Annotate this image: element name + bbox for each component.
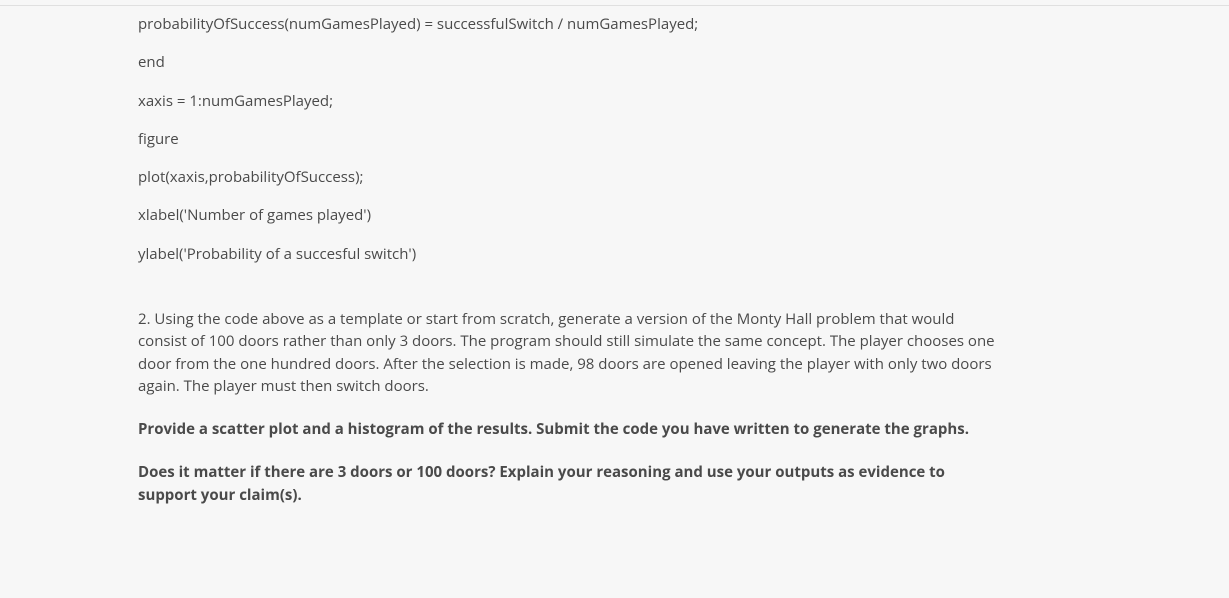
code-line: figure — [138, 129, 998, 149]
document-content: probabilityOfSuccess(numGamesPlayed) = s… — [138, 0, 998, 508]
code-line: xaxis = 1:numGamesPlayed; — [138, 91, 998, 111]
question-intro: 2. Using the code above as a template or… — [138, 308, 998, 398]
code-line: xlabel('Number of games played') — [138, 205, 998, 225]
question-instruction-2: Does it matter if there are 3 doors or 1… — [138, 461, 998, 508]
code-line: plot(xaxis,probabilityOfSuccess); — [138, 167, 998, 187]
code-line: ylabel('Probability of a succesful switc… — [138, 244, 998, 264]
code-line: probabilityOfSuccess(numGamesPlayed) = s… — [138, 14, 998, 34]
code-line: end — [138, 52, 998, 72]
question-instruction-1: Provide a scatter plot and a histogram o… — [138, 418, 998, 441]
